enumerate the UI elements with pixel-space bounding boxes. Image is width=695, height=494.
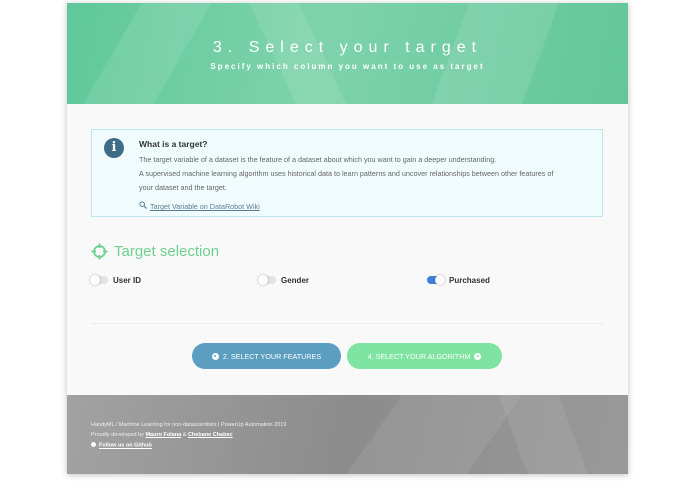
target-option-label: Purchased xyxy=(449,275,490,285)
info-box: i What is a target? The target variable … xyxy=(91,129,603,217)
toggle-switch[interactable] xyxy=(90,275,108,285)
info-text-line: The target variable of a dataset is the … xyxy=(139,155,497,164)
info-title: What is a target? xyxy=(139,139,208,149)
footer: HandyML / Machine Learning for non-datas… xyxy=(67,395,628,474)
info-icon: i xyxy=(104,138,124,158)
github-link-label: Follow us on Github xyxy=(99,442,152,449)
footer-developers: Proudly developed by Mauro Folana & Cheb… xyxy=(91,432,233,438)
footer-credits: HandyML / Machine Learning for non-datas… xyxy=(91,422,287,428)
search-icon xyxy=(139,201,147,211)
select-algorithm-label: 4. SELECT YOUR ALGORITHM xyxy=(367,351,471,361)
info-text-line: A supervised machine learning algorithm … xyxy=(139,169,554,178)
select-features-label: 2. SELECT YOUR FEATURES xyxy=(222,351,322,361)
select-algorithm-button[interactable]: 4. SELECT YOUR ALGORITHM xyxy=(347,343,502,369)
target-option-gender[interactable]: Gender xyxy=(258,273,310,287)
toggle-switch[interactable] xyxy=(258,275,276,285)
arrow-left-circle-icon xyxy=(211,352,219,360)
target-option-label: User ID xyxy=(113,275,142,285)
datarobot-wiki-link[interactable]: Target Variable on DataRobot Wiki xyxy=(139,201,260,211)
datarobot-wiki-link-label: Target Variable on DataRobot Wiki xyxy=(150,202,260,211)
page-title: 3. Select your target xyxy=(212,39,483,56)
arrow-right-circle-icon xyxy=(474,352,482,360)
author-link[interactable]: Chebane Chabec xyxy=(188,432,233,438)
info-text-line: your dataset and the target. xyxy=(139,183,227,192)
github-link[interactable]: Follow us on Github xyxy=(91,442,152,449)
page-card: 3. Select your target Specify which colu… xyxy=(67,3,628,474)
crosshair-icon xyxy=(91,243,108,260)
toggle-switch[interactable] xyxy=(427,275,445,285)
target-option-purchased[interactable]: Purchased xyxy=(427,273,490,287)
target-option-user-id[interactable]: User ID xyxy=(90,273,142,287)
footer-separator: & xyxy=(181,432,188,438)
footer-developers-prefix: Proudly developed by xyxy=(91,432,146,438)
select-features-button[interactable]: 2. SELECT YOUR FEATURES xyxy=(192,343,341,369)
target-selection-title: Target selection xyxy=(114,243,220,260)
target-option-label: Gender xyxy=(281,275,310,285)
author-link[interactable]: Mauro Folana xyxy=(145,432,181,438)
divider xyxy=(91,323,603,324)
page-subtitle: Specify which column you want to use as … xyxy=(210,62,485,71)
header-banner: 3. Select your target Specify which colu… xyxy=(67,3,628,104)
github-icon xyxy=(91,442,96,447)
